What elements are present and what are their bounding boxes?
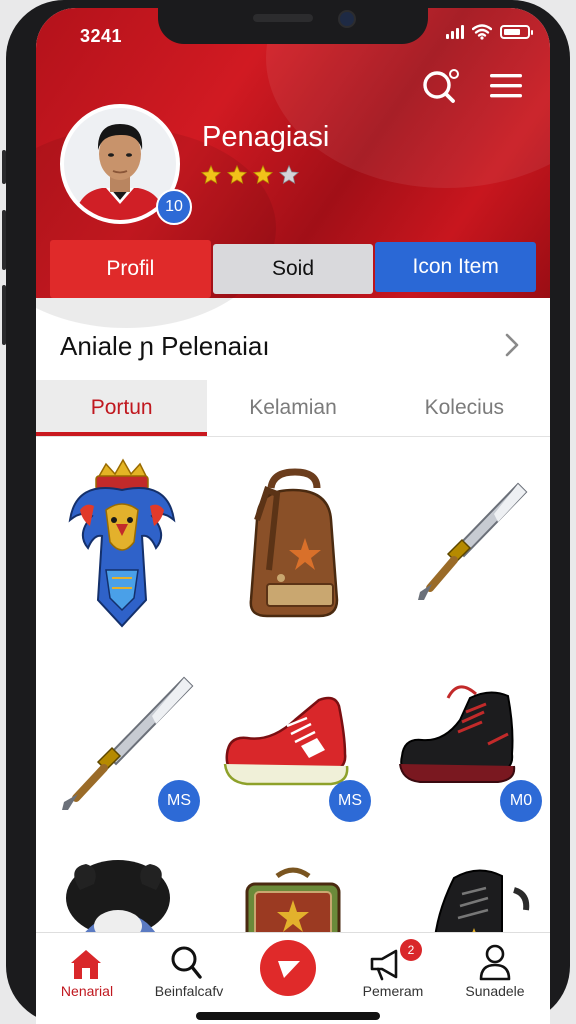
- section-header[interactable]: Aniale ɲ Pelenaiaı: [36, 304, 550, 388]
- item-badge: MS: [158, 780, 200, 822]
- nav-profile[interactable]: Sunadele: [444, 933, 546, 1024]
- nav-announcements[interactable]: 2 Pemeram: [342, 933, 444, 1024]
- subtab-portun[interactable]: Portun: [36, 380, 208, 436]
- section-title: Aniale ɲ Pelenaiaı: [60, 330, 270, 361]
- star-filled-icon: [200, 164, 222, 185]
- item-sword[interactable]: MS: [36, 654, 207, 854]
- item-garuda-emblem[interactable]: [36, 450, 207, 650]
- battery-icon: [500, 25, 533, 39]
- status-time: 3241: [80, 26, 123, 46]
- item-badge: MS: [329, 780, 371, 822]
- sneaker-icon: [223, 696, 349, 786]
- home-indicator: [196, 1012, 380, 1020]
- item-badge: M0: [500, 780, 542, 822]
- level-badge: 10: [156, 189, 192, 225]
- sword-icon: [418, 482, 528, 600]
- volume-up-button: [2, 210, 6, 270]
- item-leather-backpack[interactable]: [207, 450, 378, 650]
- search-icon[interactable]: [420, 66, 462, 113]
- app-screen: 3241 10 Penagiasi Profil Soid Icon Item …: [36, 8, 550, 1024]
- item-sword[interactable]: [378, 450, 549, 650]
- wifi-icon: [472, 24, 492, 40]
- garuda-emblem-icon: [68, 458, 176, 628]
- tab-soid[interactable]: Soid: [212, 244, 374, 294]
- notch: [158, 8, 428, 44]
- sword-icon: [62, 676, 194, 810]
- tab-profil[interactable]: Profil: [50, 240, 211, 298]
- nav-label-home: Nenarial: [60, 983, 114, 999]
- item-black-boot[interactable]: M0: [378, 654, 549, 854]
- star-rating: [200, 164, 300, 186]
- front-camera: [338, 10, 356, 28]
- hamburger-menu-icon[interactable]: [488, 70, 524, 107]
- boot-icon: [399, 685, 516, 783]
- home-icon: [71, 950, 101, 979]
- volume-down-button: [2, 285, 6, 345]
- item-red-sneaker[interactable]: MS: [207, 654, 378, 854]
- nav-search[interactable]: Beinfalcafv: [138, 933, 240, 1024]
- mute-switch: [2, 150, 6, 184]
- tab-icon-item[interactable]: Icon Item: [375, 242, 537, 292]
- subtab-kolecius[interactable]: Kolecius: [379, 380, 550, 436]
- nav-label-profile: Sunadele: [465, 983, 525, 999]
- chevron-right-icon[interactable]: [504, 332, 520, 358]
- backpack-icon: [249, 468, 339, 618]
- signal-icon: [446, 25, 464, 39]
- subtab-kelamian[interactable]: Kelamian: [207, 380, 378, 436]
- play-flag-icon: [278, 961, 300, 978]
- star-empty-icon: [278, 164, 300, 185]
- nav-label-search: Beinfalcafv: [154, 983, 224, 999]
- center-action-button[interactable]: [260, 940, 316, 996]
- notification-badge: 2: [400, 939, 422, 961]
- profile-header: 3241 10 Penagiasi Profil Soid Icon Item: [36, 8, 550, 328]
- status-icons: [446, 24, 533, 40]
- user-icon: [479, 944, 511, 981]
- speaker: [253, 14, 313, 22]
- nav-label-announcements: Pemeram: [362, 983, 424, 999]
- top-tab-bar: Profil Soid Icon Item: [50, 240, 537, 298]
- search-icon: [171, 946, 202, 979]
- star-filled-icon: [252, 164, 274, 185]
- player-name: Penagiasi: [202, 121, 330, 153]
- nav-home[interactable]: Nenarial: [36, 933, 138, 1024]
- star-filled-icon: [226, 164, 248, 185]
- sub-tab-bar: Portun Kelamian Kolecius: [36, 380, 550, 437]
